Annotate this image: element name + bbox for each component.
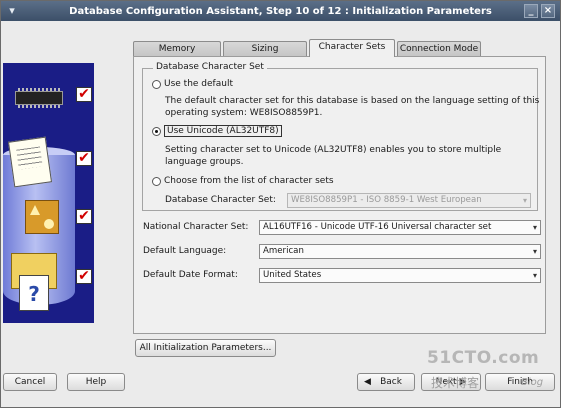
tab-sizing[interactable]: Sizing — [223, 41, 307, 57]
checkmark-icon: ✔ — [76, 209, 92, 224]
select-value: WE8ISO8859P1 - ISO 8859-1 West European — [291, 195, 482, 205]
back-label: Back — [380, 377, 402, 387]
select-value: AL16UTF16 - Unicode UTF-16 Universal cha… — [263, 222, 492, 232]
use-unicode-radio[interactable]: Use Unicode (AL32UTF8) — [152, 125, 282, 137]
radio-indicator[interactable] — [152, 79, 161, 89]
dropdown-arrow-icon[interactable]: ▾ — [533, 245, 537, 258]
description-line: The default character set for this datab… — [165, 96, 540, 106]
national-charset-select[interactable]: AL16UTF16 - Unicode UTF-16 Universal cha… — [259, 220, 541, 235]
radio-indicator[interactable] — [152, 176, 161, 186]
cancel-button[interactable]: Cancel — [3, 373, 57, 391]
use-default-radio[interactable]: Use the default — [152, 79, 233, 89]
documents-icon — [7, 136, 53, 188]
watermark-logo-text: 51CTO.com — [427, 348, 540, 368]
default-date-format-label: Default Date Format: — [143, 270, 238, 280]
memory-chip-icon — [15, 88, 63, 108]
use-unicode-description: Setting character set to Unicode (AL32UT… — [165, 144, 501, 168]
radio-indicator[interactable] — [152, 126, 161, 136]
choose-from-list-radio[interactable]: Choose from the list of character sets — [152, 176, 334, 186]
radio-label: Use Unicode (AL32UTF8) — [164, 125, 282, 137]
close-icon[interactable]: × — [541, 4, 555, 18]
select-value: United States — [263, 270, 322, 280]
national-charset-label: National Character Set: — [143, 222, 249, 232]
shapes-icon — [25, 200, 59, 234]
tab-connection-mode[interactable]: Connection Mode — [397, 41, 481, 57]
default-language-label: Default Language: — [143, 246, 227, 256]
question-document-icon: ? — [19, 275, 49, 311]
tab-memory[interactable]: Memory — [133, 41, 221, 57]
select-value: American — [263, 246, 304, 256]
radio-label: Use the default — [164, 79, 233, 89]
description-line: operating system: WE8ISO8859P1. — [165, 108, 323, 118]
database-charset-group — [142, 68, 538, 211]
title-bar: ▾ Database Configuration Assistant, Step… — [1, 1, 560, 21]
checkmark-icon: ✔ — [76, 269, 92, 284]
watermark-subtitle: 技术博客 — [431, 376, 480, 390]
dropdown-arrow-icon[interactable]: ▾ — [533, 221, 537, 234]
help-button[interactable]: Help — [67, 373, 125, 391]
back-button[interactable]: ◀ Back — [357, 373, 415, 391]
checkmark-icon: ✔ — [76, 151, 92, 166]
dropdown-arrow-icon: ▾ — [522, 196, 527, 205]
database-charset-label: Database Character Set: — [165, 195, 276, 205]
default-date-format-select[interactable]: United States ▾ — [259, 268, 541, 283]
dialog-window: ▾ Database Configuration Assistant, Step… — [0, 0, 561, 408]
finish-button[interactable]: Finish — [485, 373, 555, 391]
database-charset-select: WE8ISO8859P1 - ISO 8859-1 West European … — [287, 193, 531, 208]
all-init-params-button[interactable]: All Initialization Parameters... — [135, 339, 276, 357]
checkmark-icon: ✔ — [76, 87, 92, 102]
wizard-illustration: ? ✔ ✔ ✔ ✔ — [3, 63, 94, 323]
group-legend: Database Character Set — [153, 62, 267, 72]
minimize-icon[interactable]: _ — [524, 4, 538, 18]
default-language-select[interactable]: American ▾ — [259, 244, 541, 259]
tab-character-sets[interactable]: Character Sets — [309, 39, 395, 57]
use-default-description: The default character set for this datab… — [165, 95, 539, 119]
dropdown-arrow-icon[interactable]: ▾ — [533, 269, 537, 282]
description-line: language groups. — [165, 157, 244, 167]
watermark-blog: Blog — [521, 377, 544, 388]
description-line: Setting character set to Unicode (AL32UT… — [165, 145, 502, 155]
radio-label: Choose from the list of character sets — [164, 176, 334, 186]
window-title: Database Configuration Assistant, Step 1… — [69, 5, 492, 17]
back-arrow-icon: ◀ — [364, 377, 371, 387]
window-menu-icon[interactable]: ▾ — [5, 4, 19, 18]
